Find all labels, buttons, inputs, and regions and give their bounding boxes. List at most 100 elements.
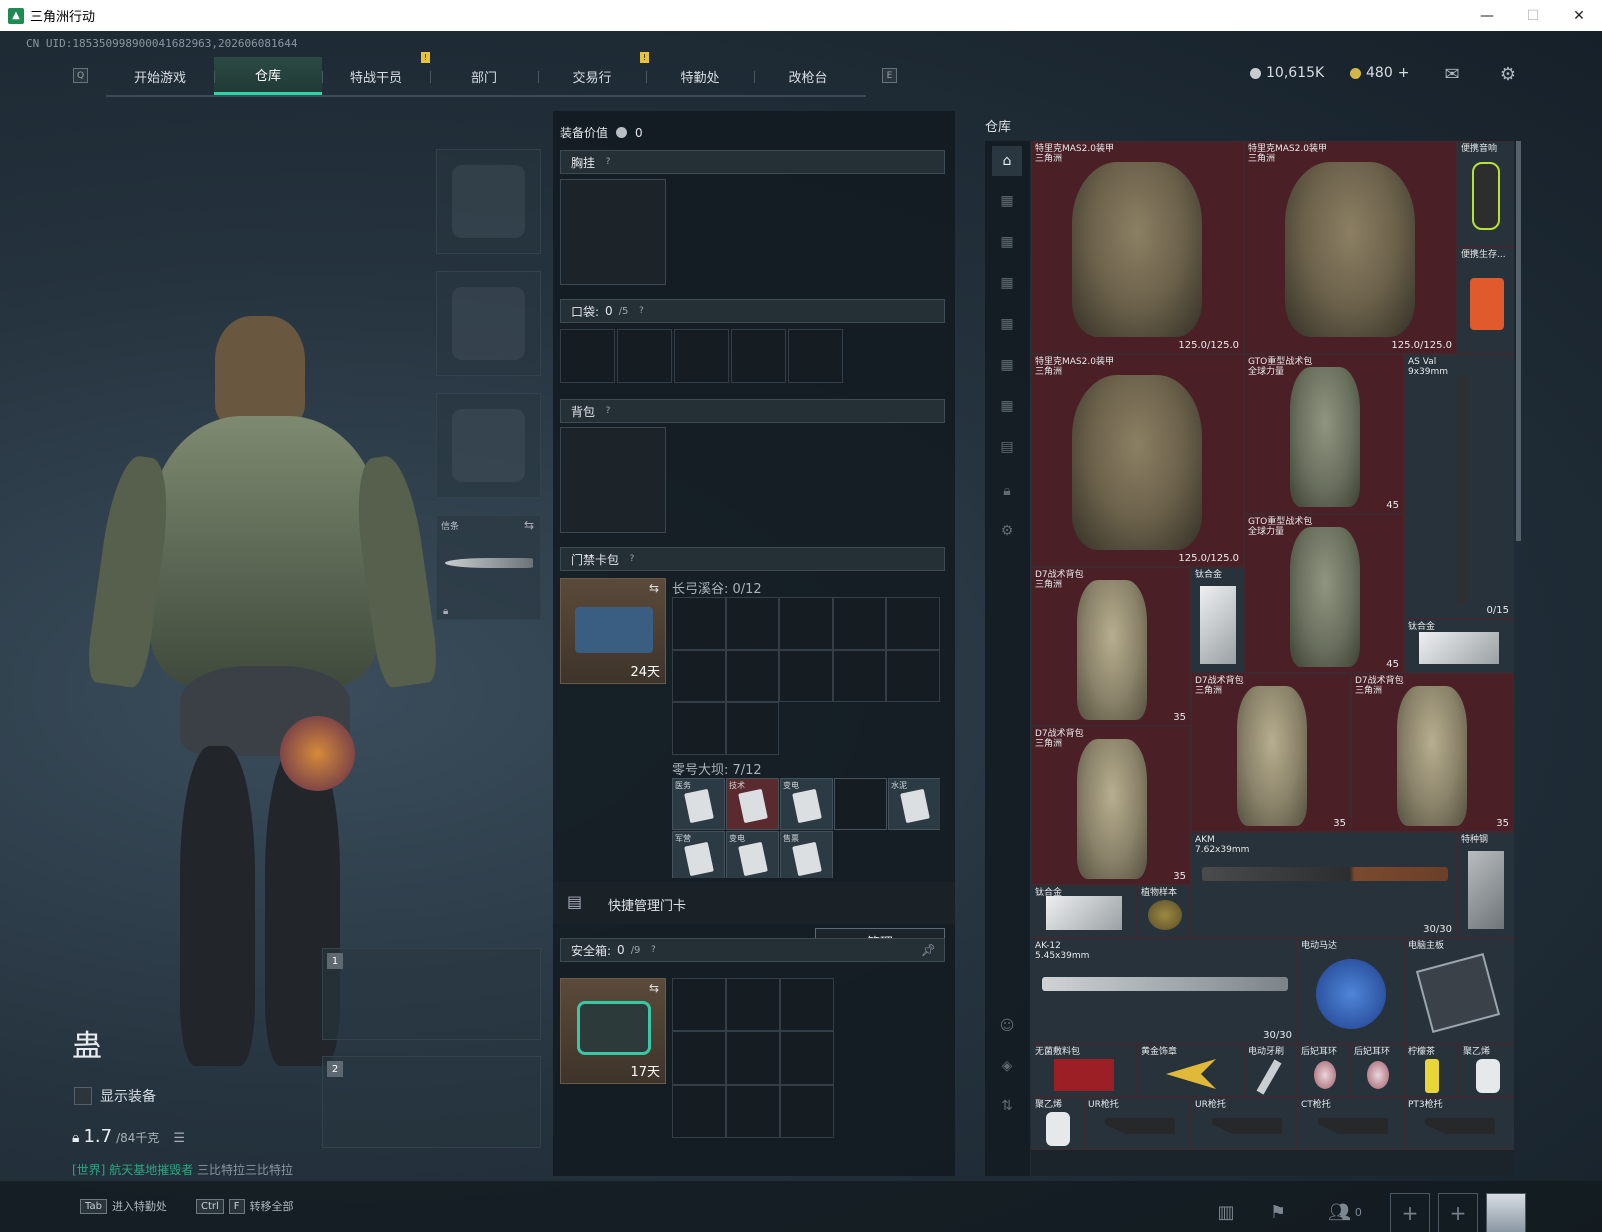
warehouse-item[interactable]: UR枪托 [1084,1097,1191,1150]
invite-slot-2-button[interactable]: + [1438,1193,1478,1232]
help-icon[interactable]: ? [601,404,615,418]
warehouse-item[interactable]: 电脑主板 [1404,938,1514,1044]
warehouse-all-icon[interactable]: ⌂ [992,146,1022,176]
keycard-case-slot[interactable]: ⇆ 24天 [560,578,666,684]
close-button[interactable]: ✕ [1556,0,1602,31]
layers-icon[interactable]: ◈ [992,1051,1022,1081]
tab-market[interactable]: 交易行 [538,57,646,95]
add-gold-button[interactable]: + [1398,65,1410,81]
backpack-slot[interactable] [560,427,666,533]
gold-balance[interactable]: 480 + [1350,65,1409,81]
tab-department[interactable]: 部门 [430,57,538,95]
tab-warehouse[interactable]: 仓库 [214,57,322,95]
mail-icon[interactable]: ✉ [1441,63,1463,85]
warehouse-page-2-icon[interactable]: ▦ [992,227,1022,257]
warehouse-item[interactable]: 钛合金 [1191,567,1244,673]
warehouse-item[interactable]: 钛合金 [1031,885,1137,938]
warehouse-item[interactable]: PT3枪托 [1404,1097,1514,1150]
profile-icon[interactable]: ☺ [992,1011,1022,1041]
warehouse-item[interactable]: AS Val 9x39mm 0/15 [1404,354,1514,619]
show-equipment-toggle[interactable]: 显示装备 [74,1086,156,1106]
swap-icon[interactable]: ⇆ [649,581,659,595]
warehouse-item[interactable]: D7战术背包 三角洲 35 [1351,673,1514,832]
minimize-button[interactable]: — [1464,0,1510,31]
warehouse-page-4-icon[interactable]: ▦ [992,309,1022,339]
coin-balance[interactable]: 10,615K [1250,65,1324,81]
pin-icon[interactable]: 📌︎ [921,943,936,957]
warehouse-item[interactable]: 便携生存... [1457,247,1514,354]
warehouse-item[interactable]: 聚乙烯 [1031,1097,1084,1150]
warehouse-item[interactable]: UR枪托 [1191,1097,1297,1150]
warehouse-item[interactable]: 植物样本 [1137,885,1191,938]
primary-weapon-slot-2[interactable]: 2 [322,1056,541,1148]
warehouse-item[interactable]: 特里克MAS2.0装甲 三角洲 125.0/125.0 [1031,141,1244,354]
warehouse-item[interactable]: GTO重型战术包 全球力量 45 [1244,514,1404,673]
warehouse-item[interactable]: 后妃耳环 [1297,1044,1350,1097]
transfer-all-hint[interactable]: Ctrl F 转移全部 [196,1198,294,1214]
chat-line[interactable]: [世界] 航天基地摧毁者 三比特拉三比特拉 [72,1161,293,1178]
warehouse-item[interactable]: 钛合金 [1404,619,1514,673]
help-icon[interactable]: ? [634,304,648,318]
settings-gear-icon[interactable]: ⚙ [1497,63,1519,85]
show-equipment-checkbox[interactable] [74,1087,92,1105]
warehouse-page-1-icon[interactable]: ▦ [992,186,1022,216]
pistol-slot[interactable] [436,393,541,498]
warehouse-item[interactable]: 电动马达 [1297,938,1404,1044]
pocket-grid[interactable] [560,329,845,383]
longbow-keycard-grid[interactable] [672,597,940,755]
safebox-slot[interactable]: ⇆ 17天 [560,978,666,1084]
help-icon[interactable]: ? [646,943,660,957]
warehouse-page-6-icon[interactable]: ▦ [992,391,1022,421]
warehouse-item[interactable]: AKM 7.62x39mm 30/30 [1191,832,1457,938]
tab-special-ops[interactable]: 特勤处! [640,52,754,95]
warehouse-item[interactable]: 聚乙烯 [1459,1044,1514,1097]
enter-special-ops-hint[interactable]: Tab 进入特勤处 [80,1198,167,1214]
invite-slot-1-button[interactable]: + [1390,1193,1430,1232]
safebox-grid[interactable] [672,978,834,1138]
warehouse-item[interactable]: 后妃耳环 [1350,1044,1404,1097]
warehouse-item[interactable]: 特种钢 [1457,832,1514,938]
stats-chart-icon[interactable]: ▥ [1210,1196,1242,1228]
warehouse-grid[interactable]: 特里克MAS2.0装甲 三角洲 125.0/125.0 特里克MAS2.0装甲 … [1031,141,1514,1176]
plant-sample-icon [1148,900,1182,930]
chat-user[interactable]: 航天基地摧毁者 [109,1163,193,1177]
warehouse-page-7-icon[interactable]: ▤ [992,432,1022,462]
help-icon[interactable]: ? [601,155,615,169]
warehouse-item[interactable]: AK-12 5.45x39mm 30/30 [1031,938,1297,1044]
helmet-slot[interactable] [436,149,541,254]
warehouse-item[interactable]: D7战术背包 三角洲 35 [1031,726,1191,885]
warehouse-item[interactable]: 柠檬茶 [1404,1044,1459,1097]
warehouse-item[interactable]: 特里克MAS2.0装甲 三角洲 125.0/125.0 [1244,141,1457,354]
friends-button[interactable]: 👥︎ 0 [1320,1196,1370,1228]
tab-operators[interactable]: 特战干员! [322,52,430,95]
melee-slot[interactable]: 信条 ⇆ 🔒︎ [436,515,541,620]
warehouse-item[interactable]: D7战术背包 三角洲 35 [1191,673,1351,832]
sort-icon[interactable]: ⇅ [992,1091,1022,1121]
maximize-button[interactable]: ☐ [1510,0,1556,31]
warehouse-item[interactable]: 黄金饰章 [1137,1044,1244,1097]
flag-icon[interactable]: ⚑ [1262,1196,1294,1228]
tab-gunsmith[interactable]: 改枪台 [754,57,862,95]
lock-icon[interactable]: 🔒︎ [992,476,1022,506]
warehouse-item[interactable]: 特里克MAS2.0装甲 三角洲 125.0/125.0 [1031,354,1244,567]
warehouse-item[interactable]: GTO重型战术包 全球力量 45 [1244,354,1404,514]
chest-rig-slot[interactable] [560,179,666,285]
dam-keycard-grid[interactable]: 医务 技术 变电 水泥 军营 变电 售票 [672,778,940,878]
settings-gear-icon[interactable]: ⚙ [992,516,1022,546]
armor-slot[interactable] [436,271,541,376]
list-icon[interactable]: ☰ [173,1131,185,1146]
warehouse-item[interactable]: D7战术背包 三角洲 35 [1031,567,1191,726]
warehouse-item[interactable]: CT枪托 [1297,1097,1404,1150]
swap-icon[interactable]: ⇆ [649,981,659,995]
player-avatar[interactable] [1486,1193,1526,1232]
warehouse-scrollbar[interactable] [1516,141,1521,541]
warehouse-item[interactable]: 便携音响 [1457,141,1514,247]
warehouse-page-3-icon[interactable]: ▦ [992,268,1022,298]
swap-icon[interactable]: ⇆ [524,518,534,532]
primary-weapon-slot-1[interactable]: 1 [322,948,541,1040]
help-icon[interactable]: ? [625,552,639,566]
warehouse-item[interactable]: 电动牙刷 [1244,1044,1297,1097]
warehouse-page-5-icon[interactable]: ▦ [992,350,1022,380]
tab-start-game[interactable]: 开始游戏 [106,57,214,95]
warehouse-item[interactable]: 无菌敷料包 [1031,1044,1137,1097]
